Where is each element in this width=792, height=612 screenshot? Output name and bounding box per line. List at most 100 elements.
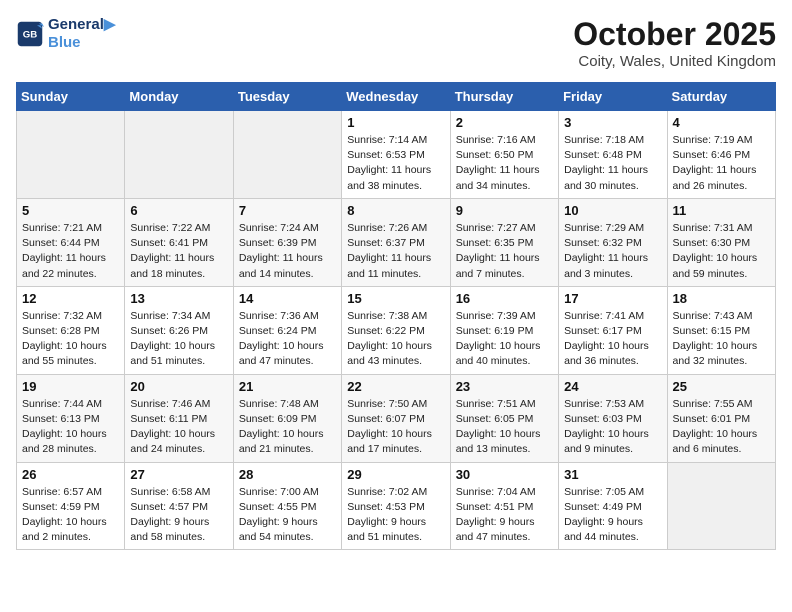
day-number: 23 <box>456 379 553 394</box>
day-cell: 15 Sunrise: 7:38 AM Sunset: 6:22 PM Dayli… <box>342 286 450 374</box>
day-cell: 11Sunrise: 7:31 AM Sunset: 6:30 PM Dayli… <box>667 198 775 286</box>
day-number: 1 <box>347 115 444 130</box>
day-cell: 6 Sunrise: 7:22 AM Sunset: 6:41 PM Daylig… <box>125 198 233 286</box>
day-number: 25 <box>673 379 770 394</box>
day-info: Sunrise: 7:48 AM Sunset: 6:09 PM Dayligh… <box>239 397 336 458</box>
svg-text:GB: GB <box>23 30 37 41</box>
day-number: 10 <box>564 203 661 218</box>
day-cell: 1 Sunrise: 7:14 AM Sunset: 6:53 PM Daylig… <box>342 111 450 199</box>
day-info: Sunrise: 7:29 AM Sunset: 6:32 PM Dayligh… <box>564 221 661 282</box>
day-info: Sunrise: 7:24 AM Sunset: 6:39 PM Dayligh… <box>239 221 336 282</box>
day-cell: 24Sunrise: 7:53 AM Sunset: 6:03 PM Dayli… <box>559 374 667 462</box>
calendar-subtitle: Coity, Wales, United Kingdom <box>573 53 776 70</box>
day-info: Sunrise: 7:19 AM Sunset: 6:46 PM Dayligh… <box>673 133 770 194</box>
day-cell: 20 Sunrise: 7:46 AM Sunset: 6:11 PM Dayli… <box>125 374 233 462</box>
day-cell <box>17 111 125 199</box>
day-number: 17 <box>564 291 661 306</box>
weekday-header-sunday: Sunday <box>17 83 125 111</box>
day-info: Sunrise: 7:32 AM Sunset: 6:28 PM Dayligh… <box>22 309 119 370</box>
day-number: 11 <box>673 203 770 218</box>
week-row-5: 26Sunrise: 6:57 AM Sunset: 4:59 PM Dayli… <box>17 462 776 550</box>
day-cell: 4Sunrise: 7:19 AM Sunset: 6:46 PM Daylig… <box>667 111 775 199</box>
day-info: Sunrise: 7:36 AM Sunset: 6:24 PM Dayligh… <box>239 309 336 370</box>
day-cell: 18 Sunrise: 7:43 AM Sunset: 6:15 PM Dayli… <box>667 286 775 374</box>
weekday-header-friday: Friday <box>559 83 667 111</box>
day-cell <box>667 462 775 550</box>
weekday-header-saturday: Saturday <box>667 83 775 111</box>
day-info: Sunrise: 7:22 AM Sunset: 6:41 PM Dayligh… <box>130 221 227 282</box>
day-cell: 7 Sunrise: 7:24 AM Sunset: 6:39 PM Daylig… <box>233 198 341 286</box>
day-number: 13 <box>130 291 227 306</box>
week-row-4: 19Sunrise: 7:44 AM Sunset: 6:13 PM Dayli… <box>17 374 776 462</box>
day-info: Sunrise: 7:38 AM Sunset: 6:22 PM Dayligh… <box>347 309 444 370</box>
weekday-header-row: SundayMondayTuesdayWednesdayThursdayFrid… <box>17 83 776 111</box>
header: GB General▶ Blue October 2025 Coity, Wal… <box>16 16 776 70</box>
day-cell: 14 Sunrise: 7:36 AM Sunset: 6:24 PM Dayli… <box>233 286 341 374</box>
day-cell: 30Sunrise: 7:04 AM Sunset: 4:51 PM Dayli… <box>450 462 558 550</box>
calendar-table: SundayMondayTuesdayWednesdayThursdayFrid… <box>16 82 776 550</box>
day-number: 16 <box>456 291 553 306</box>
day-cell: 21 Sunrise: 7:48 AM Sunset: 6:09 PM Dayli… <box>233 374 341 462</box>
day-info: Sunrise: 7:18 AM Sunset: 6:48 PM Dayligh… <box>564 133 661 194</box>
day-number: 26 <box>22 467 119 482</box>
day-number: 2 <box>456 115 553 130</box>
day-cell: 28Sunrise: 7:00 AM Sunset: 4:55 PM Dayli… <box>233 462 341 550</box>
day-cell: 27Sunrise: 6:58 AM Sunset: 4:57 PM Dayli… <box>125 462 233 550</box>
day-info: Sunrise: 7:02 AM Sunset: 4:53 PM Dayligh… <box>347 485 444 546</box>
day-cell: 29 Sunrise: 7:02 AM Sunset: 4:53 PM Dayli… <box>342 462 450 550</box>
weekday-header-tuesday: Tuesday <box>233 83 341 111</box>
day-info: Sunrise: 7:51 AM Sunset: 6:05 PM Dayligh… <box>456 397 553 458</box>
day-number: 31 <box>564 467 661 482</box>
day-number: 15 <box>347 291 444 306</box>
day-cell: 9 Sunrise: 7:27 AM Sunset: 6:35 PM Daylig… <box>450 198 558 286</box>
day-info: Sunrise: 6:58 AM Sunset: 4:57 PM Dayligh… <box>130 485 227 546</box>
day-cell <box>233 111 341 199</box>
day-info: Sunrise: 7:05 AM Sunset: 4:49 PM Dayligh… <box>564 485 661 546</box>
day-cell: 5Sunrise: 7:21 AM Sunset: 6:44 PM Daylig… <box>17 198 125 286</box>
weekday-header-thursday: Thursday <box>450 83 558 111</box>
day-number: 18 <box>673 291 770 306</box>
day-number: 19 <box>22 379 119 394</box>
day-info: Sunrise: 7:55 AM Sunset: 6:01 PM Dayligh… <box>673 397 770 458</box>
day-cell: 16Sunrise: 7:39 AM Sunset: 6:19 PM Dayli… <box>450 286 558 374</box>
logo-text-general: General▶ <box>48 16 115 34</box>
day-number: 12 <box>22 291 119 306</box>
title-area: October 2025 Coity, Wales, United Kingdo… <box>573 16 776 70</box>
day-info: Sunrise: 7:50 AM Sunset: 6:07 PM Dayligh… <box>347 397 444 458</box>
day-info: Sunrise: 7:27 AM Sunset: 6:35 PM Dayligh… <box>456 221 553 282</box>
day-cell: 8Sunrise: 7:26 AM Sunset: 6:37 PM Daylig… <box>342 198 450 286</box>
day-number: 28 <box>239 467 336 482</box>
day-info: Sunrise: 7:16 AM Sunset: 6:50 PM Dayligh… <box>456 133 553 194</box>
week-row-1: 1 Sunrise: 7:14 AM Sunset: 6:53 PM Daylig… <box>17 111 776 199</box>
day-number: 30 <box>456 467 553 482</box>
day-cell: 19Sunrise: 7:44 AM Sunset: 6:13 PM Dayli… <box>17 374 125 462</box>
day-number: 6 <box>130 203 227 218</box>
day-cell: 25 Sunrise: 7:55 AM Sunset: 6:01 PM Dayli… <box>667 374 775 462</box>
day-cell: 23 Sunrise: 7:51 AM Sunset: 6:05 PM Dayli… <box>450 374 558 462</box>
day-info: Sunrise: 7:46 AM Sunset: 6:11 PM Dayligh… <box>130 397 227 458</box>
day-info: Sunrise: 7:21 AM Sunset: 6:44 PM Dayligh… <box>22 221 119 282</box>
day-number: 3 <box>564 115 661 130</box>
day-cell <box>125 111 233 199</box>
day-cell: 2 Sunrise: 7:16 AM Sunset: 6:50 PM Daylig… <box>450 111 558 199</box>
calendar-title: October 2025 <box>573 16 776 53</box>
day-info: Sunrise: 7:43 AM Sunset: 6:15 PM Dayligh… <box>673 309 770 370</box>
logo: GB General▶ Blue <box>16 16 115 52</box>
day-number: 22 <box>347 379 444 394</box>
day-info: Sunrise: 7:53 AM Sunset: 6:03 PM Dayligh… <box>564 397 661 458</box>
day-number: 20 <box>130 379 227 394</box>
day-number: 7 <box>239 203 336 218</box>
day-cell: 31 Sunrise: 7:05 AM Sunset: 4:49 PM Dayli… <box>559 462 667 550</box>
day-cell: 22 Sunrise: 7:50 AM Sunset: 6:07 PM Dayli… <box>342 374 450 462</box>
day-cell: 10 Sunrise: 7:29 AM Sunset: 6:32 PM Dayli… <box>559 198 667 286</box>
day-cell: 26Sunrise: 6:57 AM Sunset: 4:59 PM Dayli… <box>17 462 125 550</box>
day-cell: 12 Sunrise: 7:32 AM Sunset: 6:28 PM Dayli… <box>17 286 125 374</box>
day-cell: 13 Sunrise: 7:34 AM Sunset: 6:26 PM Dayli… <box>125 286 233 374</box>
day-info: Sunrise: 7:34 AM Sunset: 6:26 PM Dayligh… <box>130 309 227 370</box>
day-number: 14 <box>239 291 336 306</box>
day-number: 9 <box>456 203 553 218</box>
day-number: 29 <box>347 467 444 482</box>
day-number: 21 <box>239 379 336 394</box>
week-row-2: 5Sunrise: 7:21 AM Sunset: 6:44 PM Daylig… <box>17 198 776 286</box>
day-info: Sunrise: 7:14 AM Sunset: 6:53 PM Dayligh… <box>347 133 444 194</box>
